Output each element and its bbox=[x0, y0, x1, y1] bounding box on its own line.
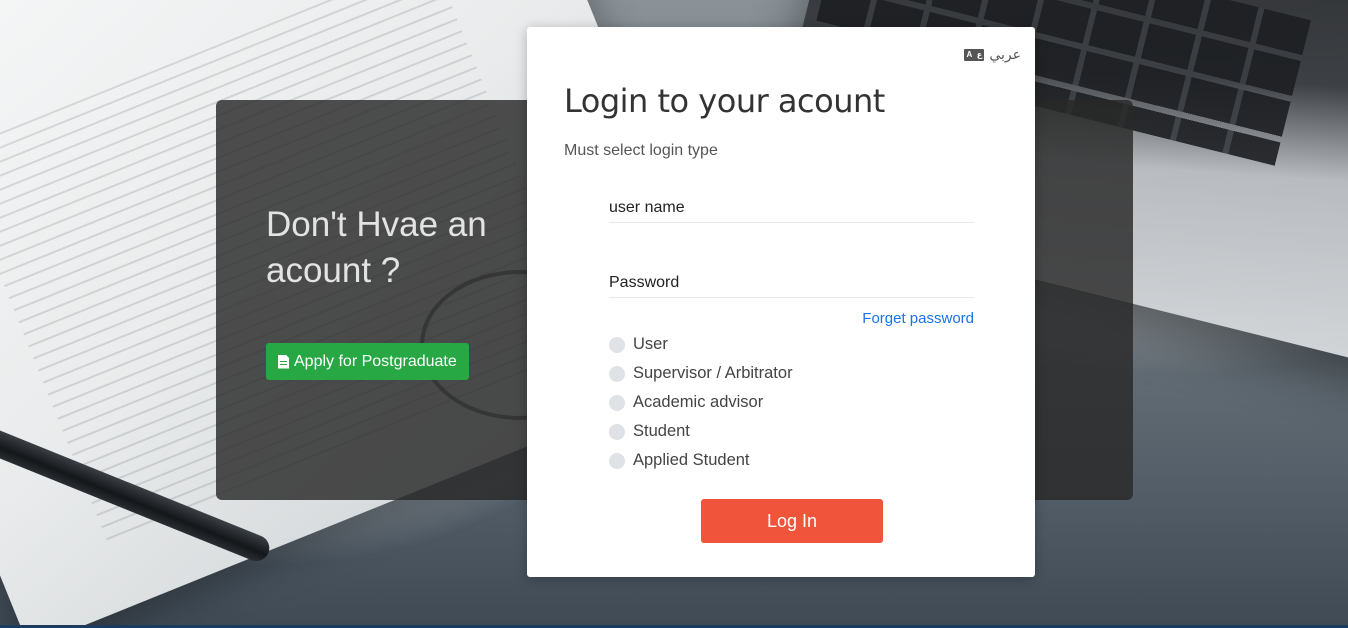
apply-button-label: Apply for Postgraduate bbox=[294, 353, 457, 370]
apply-postgraduate-button[interactable]: Apply for Postgraduate bbox=[266, 343, 469, 380]
login-type-academic-advisor[interactable]: Academic advisor bbox=[609, 388, 793, 417]
radio-label: User bbox=[633, 335, 668, 353]
radio-button[interactable] bbox=[609, 394, 625, 411]
radio-button[interactable] bbox=[609, 452, 625, 469]
radio-button[interactable] bbox=[609, 336, 625, 353]
radio-label: Student bbox=[633, 422, 690, 440]
forget-password-link[interactable]: Forget password bbox=[862, 310, 974, 327]
login-subtitle: Must select login type bbox=[564, 142, 718, 159]
login-button[interactable]: Log In bbox=[701, 499, 883, 543]
radio-label: Supervisor / Arbitrator bbox=[633, 364, 793, 382]
login-type-supervisor[interactable]: Supervisor / Arbitrator bbox=[609, 359, 793, 388]
radio-label: Applied Student bbox=[633, 451, 750, 469]
login-type-student[interactable]: Student bbox=[609, 417, 793, 446]
radio-label: Academic advisor bbox=[633, 393, 764, 411]
login-type-applied-student[interactable]: Applied Student bbox=[609, 446, 793, 475]
login-title: Login to your acount bbox=[564, 82, 885, 120]
radio-button[interactable] bbox=[609, 365, 625, 382]
radio-button[interactable] bbox=[609, 423, 625, 440]
promo-title: Don't Hvae an acount ? bbox=[266, 205, 487, 290]
login-type-user[interactable]: User bbox=[609, 330, 793, 359]
login-card: Aع عربي Login to your acount Must select… bbox=[527, 27, 1035, 577]
login-type-group: User Supervisor / Arbitrator Academic ad… bbox=[609, 330, 793, 475]
language-label: عربي bbox=[989, 46, 1021, 62]
password-input[interactable] bbox=[609, 268, 974, 298]
file-text-icon bbox=[278, 354, 289, 369]
language-switch[interactable]: Aع عربي bbox=[964, 46, 1021, 63]
translate-icon: Aع bbox=[964, 48, 985, 61]
username-input[interactable] bbox=[609, 193, 974, 223]
